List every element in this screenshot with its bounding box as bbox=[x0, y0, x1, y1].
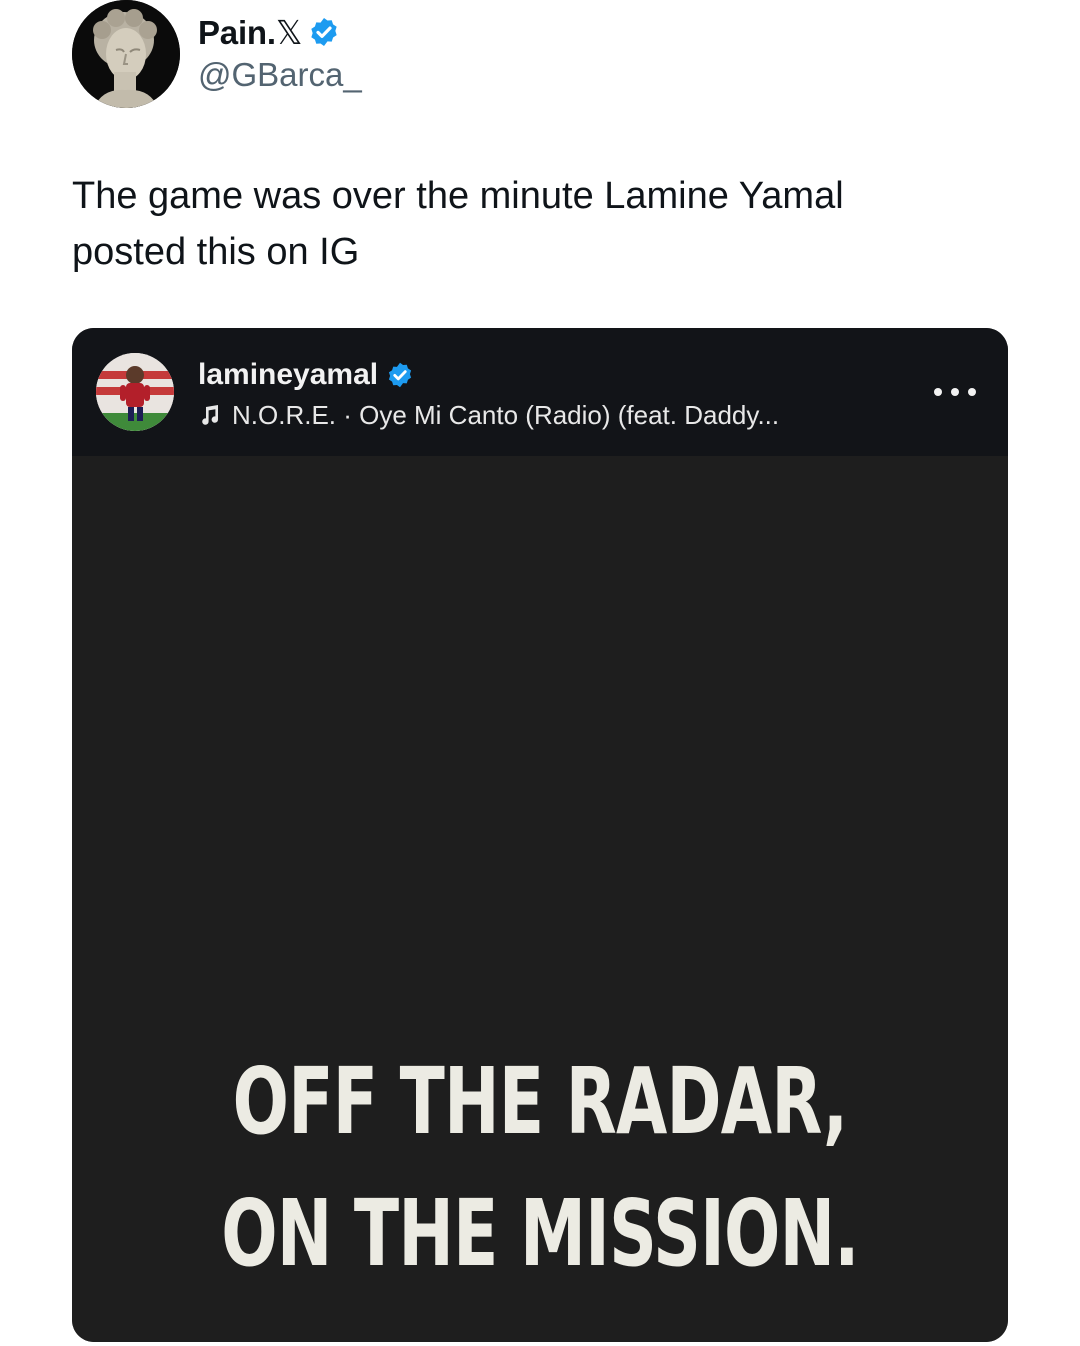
verified-badge-icon bbox=[311, 18, 337, 46]
post-headline-line-2: ON THE MISSION. bbox=[221, 1180, 859, 1287]
music-note-icon bbox=[202, 405, 219, 425]
tweet-text: The game was over the minute Lamine Yama… bbox=[72, 168, 972, 280]
ig-username[interactable]: lamineyamal bbox=[198, 358, 378, 392]
more-dot bbox=[951, 388, 959, 396]
post-headline: OFF THE RADAR, ON THE MISSION. bbox=[203, 1036, 877, 1300]
author-avatar[interactable] bbox=[72, 0, 180, 108]
ig-music-label: N.O.R.E. · Oye Mi Canto (Radio) (feat. D… bbox=[232, 399, 780, 430]
ig-post-header: lamineyamal N.O.R.E. · Oye Mi Canto (Rad… bbox=[72, 328, 1008, 456]
author-name-row: Pain.𝕏 bbox=[198, 12, 340, 52]
more-options-icon[interactable] bbox=[934, 380, 976, 404]
ig-avatar[interactable] bbox=[96, 353, 174, 431]
ig-music-row[interactable]: N.O.R.E. · Oye Mi Canto (Radio) (feat. D… bbox=[198, 398, 779, 432]
tweet-text-line-2: posted this on IG bbox=[72, 231, 360, 273]
more-dot bbox=[968, 388, 976, 396]
tweet-header: Pain.𝕏 @GBarca_ bbox=[72, 0, 1008, 110]
embedded-image-card[interactable]: lamineyamal N.O.R.E. · Oye Mi Canto (Rad… bbox=[72, 328, 1008, 1342]
tweet-text-line-1: The game was over the minute Lamine Yama… bbox=[72, 175, 844, 217]
more-dot bbox=[934, 388, 942, 396]
author-display-name[interactable]: Pain.𝕏 bbox=[198, 13, 302, 52]
author-handle[interactable]: @GBarca_ bbox=[198, 56, 362, 94]
player-avatar-icon bbox=[96, 353, 174, 431]
ig-user-row: lamineyamal bbox=[198, 356, 414, 394]
post-headline-line-1: OFF THE RADAR, bbox=[232, 1048, 848, 1155]
statue-avatar-icon bbox=[72, 0, 180, 108]
ig-post-image: OFF THE RADAR, ON THE MISSION. bbox=[72, 456, 1008, 1342]
ig-verified-badge-icon bbox=[389, 362, 412, 388]
